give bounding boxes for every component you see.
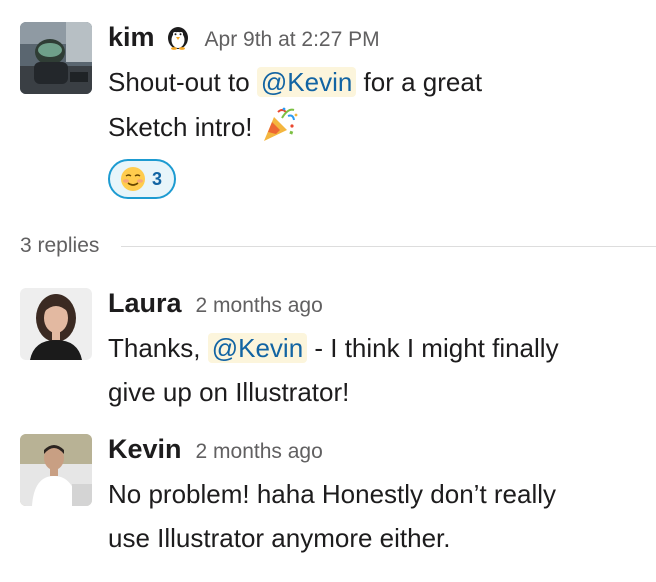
author-name[interactable]: Laura (108, 288, 182, 319)
message-text: Thanks, @Kevin - I think I might finally… (108, 326, 568, 414)
message-text-part: Shout-out to (108, 67, 257, 97)
avatar-laura[interactable] (20, 288, 92, 360)
author-name[interactable]: Kevin (108, 434, 182, 465)
thread-replies-divider: 3 replies (20, 232, 656, 260)
message-timestamp[interactable]: Apr 9th at 2:27 PM (205, 28, 380, 52)
avatar-kevin[interactable] (20, 434, 92, 506)
author-name[interactable]: kim (108, 22, 155, 53)
avatar-laura-image (20, 288, 92, 360)
reaction-count: 3 (152, 168, 163, 189)
divider-line (121, 245, 656, 247)
message-text-part: Thanks, (108, 333, 208, 363)
party-popper-icon (260, 104, 300, 144)
penguin-icon (165, 24, 191, 50)
avatar-kim-image (20, 22, 92, 94)
message-text: No problem! haha Honestly don’t really u… (108, 479, 557, 553)
reaction-button[interactable]: 3 (108, 159, 177, 199)
message-timestamp[interactable]: 2 months ago (196, 440, 323, 464)
avatar-kim[interactable] (20, 22, 92, 94)
avatar-kevin-image (20, 434, 92, 506)
message-timestamp[interactable]: 2 months ago (196, 294, 323, 318)
replies-count-label: 3 replies (20, 234, 100, 257)
message-text: Shout-out to @Kevin for a great Sketch i… (108, 60, 568, 149)
user-mention[interactable]: @Kevin (256, 67, 357, 97)
smiling-face-icon (120, 166, 146, 192)
user-mention[interactable]: @Kevin (207, 333, 308, 363)
